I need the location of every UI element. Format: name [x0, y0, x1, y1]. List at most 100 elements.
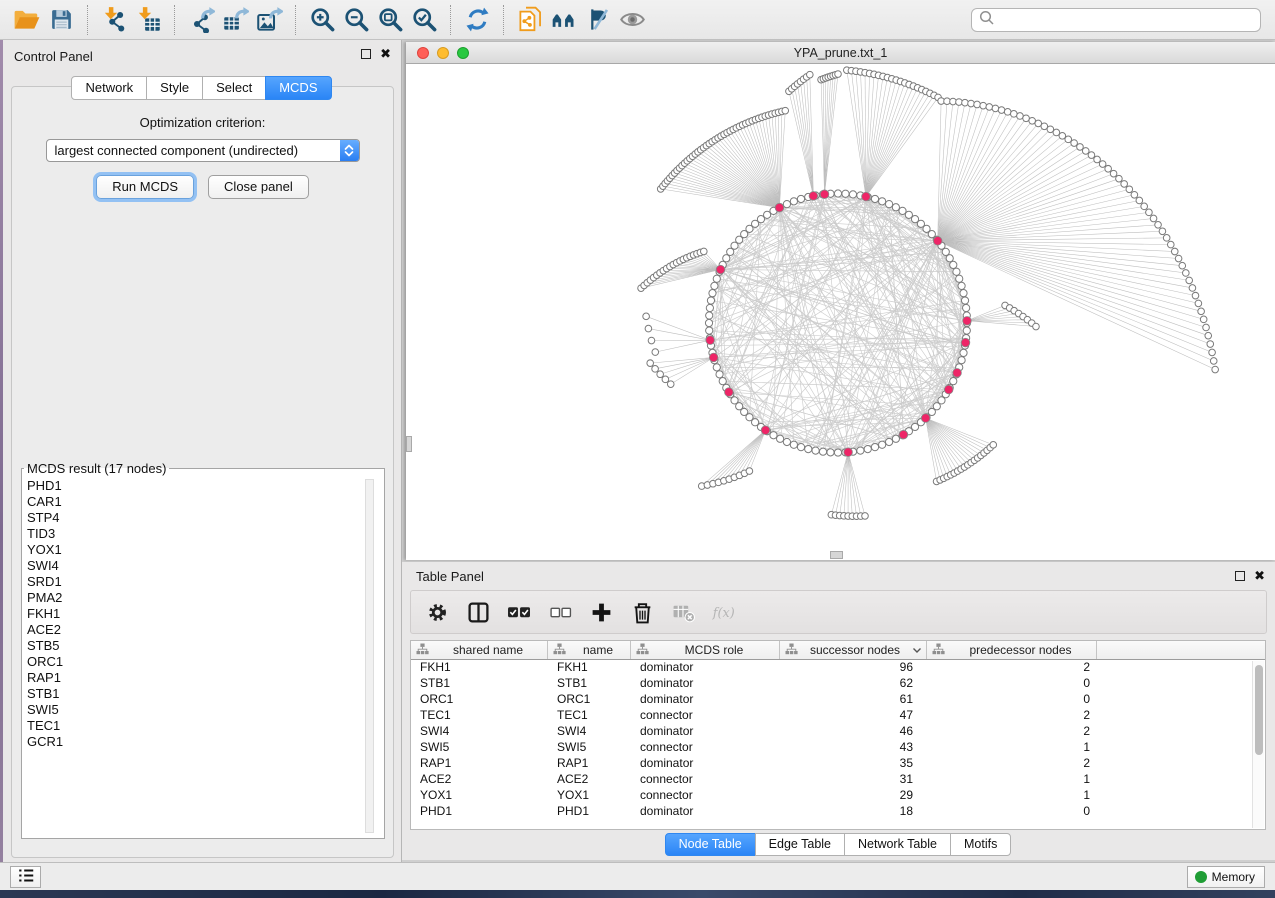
- table-scrollbar[interactable]: [1252, 661, 1264, 828]
- mcds-result-list[interactable]: PHD1CAR1STP4TID3YOX1SWI4SRD1PMA2FKH1ACE2…: [27, 478, 362, 834]
- open-file-icon[interactable]: [10, 4, 44, 36]
- scrollbar-thumb[interactable]: [1255, 665, 1263, 755]
- close-panel-icon[interactable]: ✖: [380, 49, 391, 59]
- column-header-shared-name[interactable]: shared name: [411, 641, 548, 659]
- memory-button[interactable]: Memory: [1187, 866, 1265, 888]
- table-cell: 1: [927, 740, 1097, 756]
- tab-node-table[interactable]: Node Table: [665, 833, 756, 856]
- mcds-result-item[interactable]: STP4: [27, 510, 362, 526]
- column-header-name[interactable]: name: [548, 641, 631, 659]
- table-row[interactable]: TEC1TEC1connector472: [411, 708, 1251, 724]
- table-row[interactable]: ORC1ORC1dominator610: [411, 692, 1251, 708]
- table-cell: 1: [927, 772, 1097, 788]
- deselect-all-checkboxes-icon[interactable]: [548, 600, 572, 624]
- tab-motifs[interactable]: Motifs: [950, 833, 1011, 856]
- refresh-layout-icon[interactable]: [460, 4, 494, 36]
- column-header-MCDS-role[interactable]: MCDS role: [631, 641, 780, 659]
- mcds-result-item[interactable]: RAP1: [27, 670, 362, 686]
- table-row[interactable]: PHD1PHD1dominator180: [411, 804, 1251, 820]
- mcds-result-item[interactable]: YOX1: [27, 542, 362, 558]
- add-column-icon[interactable]: [589, 600, 613, 624]
- attribute-type-icon: [785, 643, 798, 658]
- table-cell: dominator: [631, 660, 780, 676]
- export-image-icon[interactable]: [252, 4, 286, 36]
- zoom-selected-icon[interactable]: [407, 4, 441, 36]
- select-all-checkboxes-icon[interactable]: [507, 600, 531, 624]
- splitter-handle-left[interactable]: [406, 436, 412, 452]
- table-row[interactable]: ACE2ACE2connector311: [411, 772, 1251, 788]
- import-table-icon[interactable]: [131, 4, 165, 36]
- network-canvas[interactable]: [406, 64, 1275, 560]
- table-cell: ORC1: [548, 692, 631, 708]
- import-network-icon[interactable]: [97, 4, 131, 36]
- mcds-result-item[interactable]: SRD1: [27, 574, 362, 590]
- tab-edge-table[interactable]: Edge Table: [755, 833, 845, 856]
- eye-icon[interactable]: [615, 4, 649, 36]
- tab-network[interactable]: Network: [71, 76, 147, 100]
- table-row[interactable]: RAP1RAP1dominator352: [411, 756, 1251, 772]
- splitter-handle-bottom[interactable]: [830, 551, 843, 559]
- table-cell: SWI5: [548, 740, 631, 756]
- mcds-result-item[interactable]: CAR1: [27, 494, 362, 510]
- float-panel-icon[interactable]: [1235, 571, 1245, 581]
- column-header-successor-nodes[interactable]: successor nodes: [780, 641, 927, 659]
- mcds-result-item[interactable]: TEC1: [27, 718, 362, 734]
- tab-style[interactable]: Style: [146, 76, 203, 100]
- mcds-result-item[interactable]: SWI4: [27, 558, 362, 574]
- mcds-result-item[interactable]: PHD1: [27, 478, 362, 494]
- export-network-icon[interactable]: [184, 4, 218, 36]
- show-columns-icon[interactable]: [466, 600, 490, 624]
- mcds-result-item[interactable]: ACE2: [27, 622, 362, 638]
- close-panel-icon[interactable]: ✖: [1254, 571, 1265, 581]
- tab-network-table[interactable]: Network Table: [844, 833, 951, 856]
- criterion-dropdown[interactable]: largest connected component (undirected): [46, 139, 360, 162]
- table-cell: PHD1: [548, 804, 631, 820]
- memory-status-dot-icon: [1195, 871, 1207, 883]
- table-row[interactable]: FKH1FKH1dominator962: [411, 660, 1251, 676]
- table-row[interactable]: YOX1YOX1connector291: [411, 788, 1251, 804]
- mcds-result-item[interactable]: ORC1: [27, 654, 362, 670]
- binoculars-icon[interactable]: [547, 4, 581, 36]
- table-cell: dominator: [631, 804, 780, 820]
- workspace-region: YPA_prune.txt_1 Table Panel ✖: [402, 40, 1275, 862]
- save-session-icon[interactable]: [44, 4, 78, 36]
- close-panel-button[interactable]: Close panel: [208, 175, 309, 199]
- table-row[interactable]: SWI5SWI5connector431: [411, 740, 1251, 756]
- mcds-result-scrollbar[interactable]: [365, 479, 374, 833]
- mcds-result-item[interactable]: TID3: [27, 526, 362, 542]
- network-window-titlebar[interactable]: YPA_prune.txt_1: [406, 42, 1275, 64]
- control-tabs: NetworkStyleSelectMCDS: [3, 76, 401, 100]
- search-input[interactable]: [995, 13, 1254, 27]
- mcds-result-item[interactable]: STB1: [27, 686, 362, 702]
- criterion-value: largest connected component (undirected): [47, 143, 340, 158]
- table-row[interactable]: STB1STB1dominator620: [411, 676, 1251, 692]
- network-from-document-icon[interactable]: [513, 4, 547, 36]
- status-bar: Memory: [0, 862, 1275, 890]
- zoom-out-icon[interactable]: [339, 4, 373, 36]
- table-row[interactable]: SWI4SWI4dominator462: [411, 724, 1251, 740]
- tab-mcds[interactable]: MCDS: [265, 76, 331, 100]
- run-mcds-button[interactable]: Run MCDS: [96, 175, 194, 199]
- export-table-icon[interactable]: [218, 4, 252, 36]
- network-graph[interactable]: [406, 64, 1275, 560]
- float-panel-icon[interactable]: [361, 49, 371, 59]
- task-history-button[interactable]: [10, 866, 41, 888]
- mcds-result-item[interactable]: FKH1: [27, 606, 362, 622]
- table-cell: YOX1: [411, 788, 548, 804]
- control-panel-title: Control Panel: [14, 49, 93, 64]
- table-cell: 1: [927, 788, 1097, 804]
- mcds-result-item[interactable]: STB5: [27, 638, 362, 654]
- delete-column-icon[interactable]: [630, 600, 654, 624]
- mcds-result-item[interactable]: SWI5: [27, 702, 362, 718]
- flag-icon[interactable]: [581, 4, 615, 36]
- mcds-result-item[interactable]: GCR1: [27, 734, 362, 750]
- mcds-result-item[interactable]: PMA2: [27, 590, 362, 606]
- zoom-fit-icon[interactable]: [373, 4, 407, 36]
- zoom-in-icon[interactable]: [305, 4, 339, 36]
- tab-select[interactable]: Select: [202, 76, 266, 100]
- control-panel-header: Control Panel ✖: [3, 40, 401, 74]
- mcds-pane: Optimization criterion: largest connecte…: [11, 86, 394, 858]
- column-header-predecessor-nodes[interactable]: predecessor nodes: [927, 641, 1097, 659]
- table-cell: FKH1: [548, 660, 631, 676]
- table-settings-gear-icon[interactable]: [425, 600, 449, 624]
